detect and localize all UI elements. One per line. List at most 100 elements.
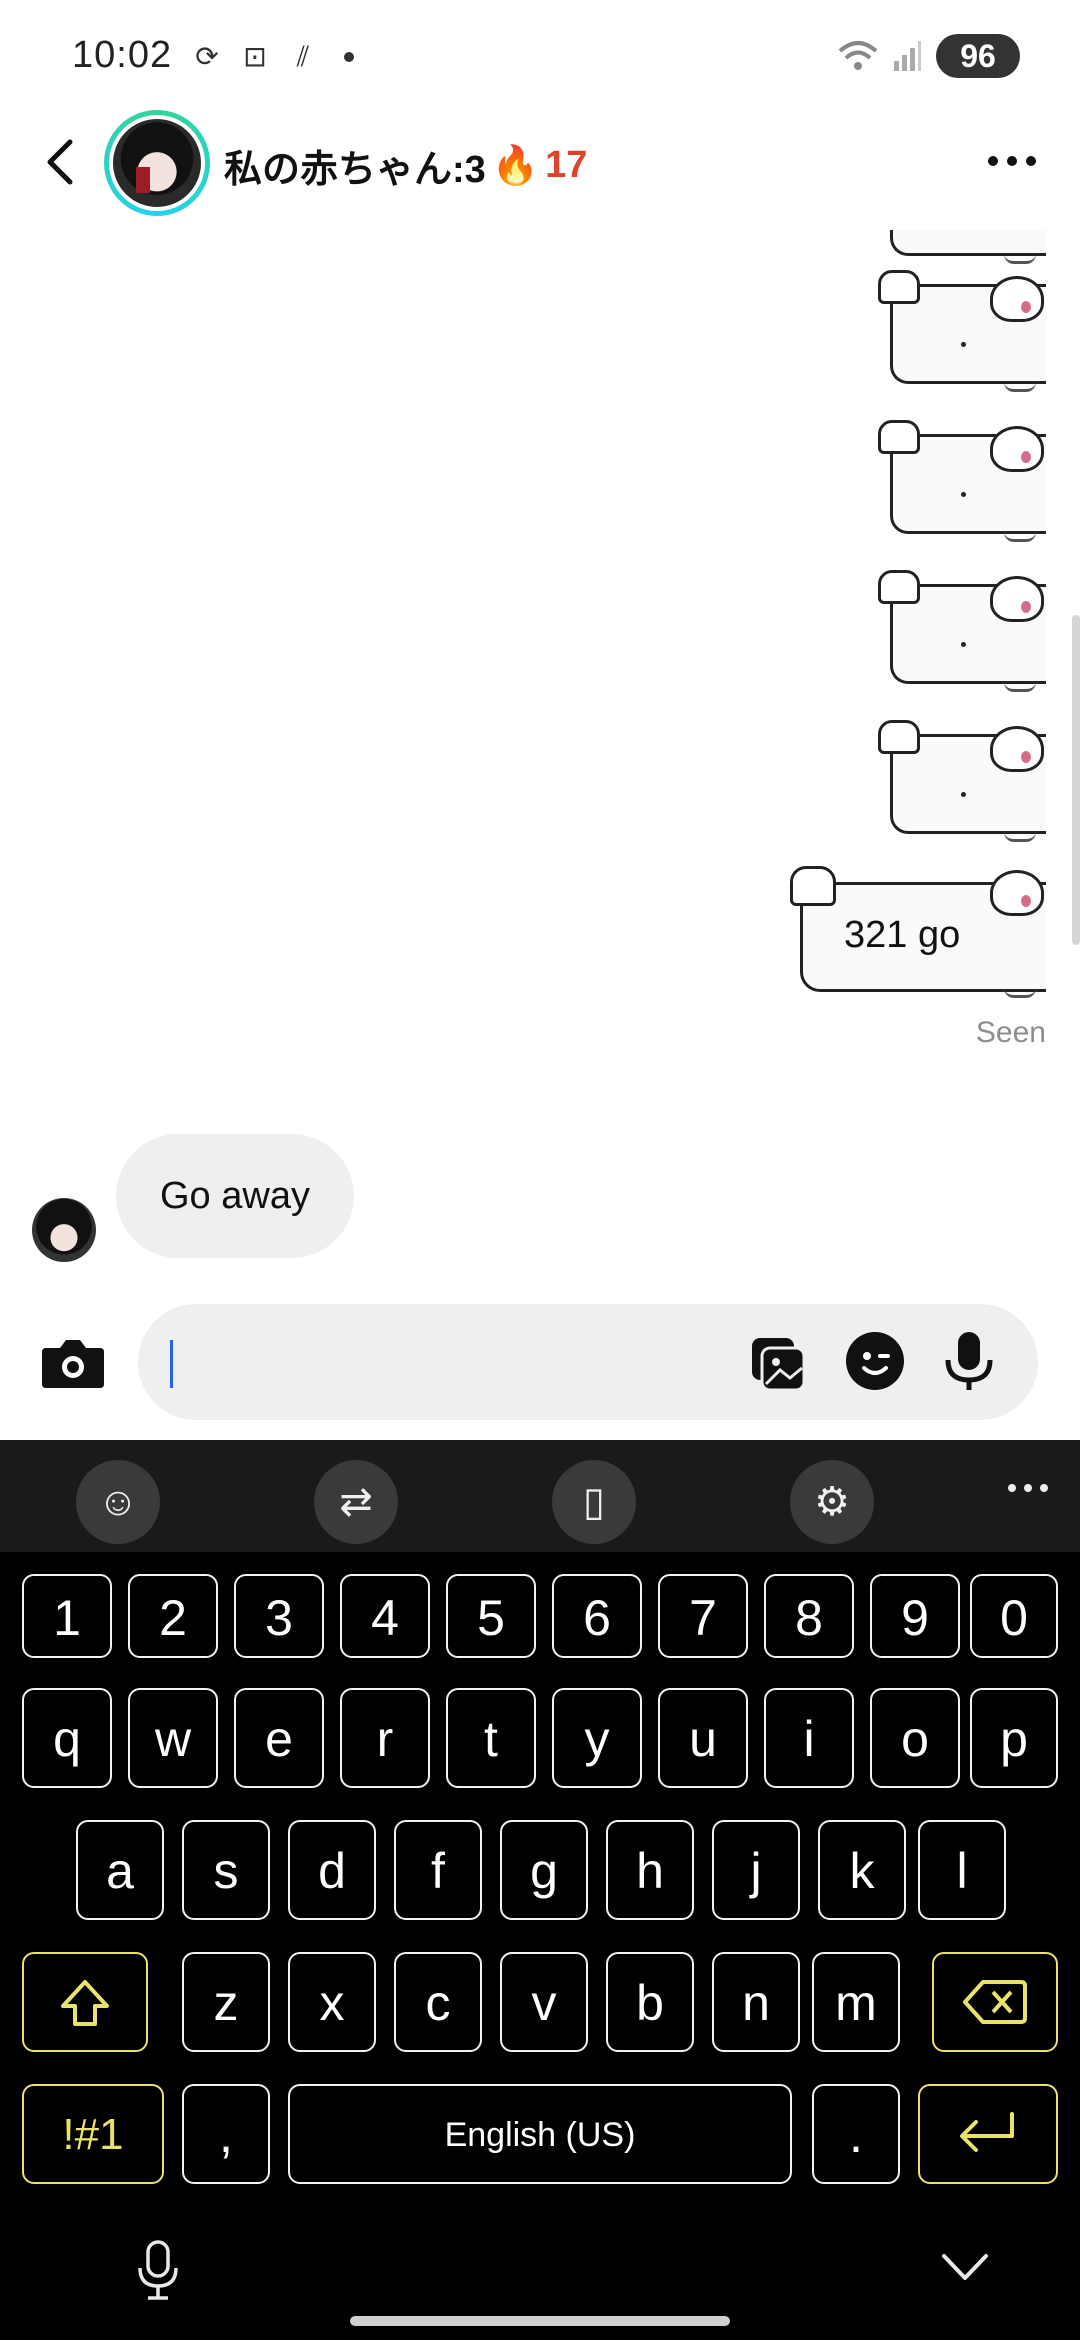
comma-key[interactable]: ,	[182, 2084, 270, 2184]
key-k[interactable]: k	[818, 1820, 906, 1920]
battery-indicator: 96	[936, 34, 1020, 78]
keyboard-toolbar: ☺ ⇄ ▯ ⚙	[0, 1440, 1080, 1552]
sent-sticker[interactable]	[876, 230, 1046, 268]
key-f[interactable]: f	[394, 1820, 482, 1920]
voice-input-icon[interactable]	[136, 2240, 180, 2300]
key-r[interactable]: r	[340, 1688, 430, 1788]
key-6[interactable]: 6	[552, 1574, 642, 1658]
clipboard-icon[interactable]: ▯	[552, 1460, 636, 1544]
key-d[interactable]: d	[288, 1820, 376, 1920]
key-z[interactable]: z	[182, 1952, 270, 2052]
sticker-text: 321 go	[844, 914, 961, 956]
key-0[interactable]: 0	[970, 1574, 1058, 1658]
status-system-icons: 96	[838, 34, 1020, 78]
key-o[interactable]: o	[870, 1688, 960, 1788]
key-9[interactable]: 9	[870, 1574, 960, 1658]
sent-sticker[interactable]	[876, 268, 1046, 396]
shift-arrow-icon	[61, 1980, 109, 2026]
wifi-icon	[838, 41, 878, 70]
streak-count: 17	[545, 144, 588, 186]
cat-sticker-icon	[990, 726, 1044, 772]
sent-sticker-with-text[interactable]: 321 go	[790, 862, 1046, 1002]
key-c[interactable]: c	[394, 1952, 482, 2052]
key-8[interactable]: 8	[764, 1574, 854, 1658]
signal-icon	[894, 41, 921, 71]
key-h[interactable]: h	[606, 1820, 694, 1920]
camera-icon[interactable]	[40, 1334, 106, 1390]
message-input[interactable]	[178, 1304, 738, 1420]
key-w[interactable]: w	[128, 1688, 218, 1788]
key-g[interactable]: g	[500, 1820, 588, 1920]
message-input-container[interactable]	[138, 1304, 1038, 1420]
more-notifications-icon	[344, 52, 354, 62]
backspace-icon	[963, 1980, 1027, 2024]
key-7[interactable]: 7	[658, 1574, 748, 1658]
key-v[interactable]: v	[500, 1952, 588, 2052]
microphone-icon[interactable]	[940, 1330, 998, 1392]
cat-sticker-icon	[990, 576, 1044, 622]
symbols-key[interactable]: !#1	[22, 2084, 164, 2184]
back-arrow-icon[interactable]	[40, 136, 80, 188]
key-u[interactable]: u	[658, 1688, 748, 1788]
key-2[interactable]: 2	[128, 1574, 218, 1658]
enter-key[interactable]	[918, 2084, 1058, 2184]
scrollbar[interactable]	[1072, 615, 1080, 945]
translate-icon[interactable]: ⇄	[314, 1460, 398, 1544]
contact-avatar[interactable]	[104, 110, 210, 216]
backspace-key[interactable]	[932, 1952, 1058, 2052]
key-s[interactable]: s	[182, 1820, 270, 1920]
enter-arrow-icon	[960, 2112, 1014, 2152]
message-composer	[0, 1290, 1080, 1438]
status-time: 10:02	[72, 34, 173, 76]
message-thread[interactable]: 321 go Seen Go away	[0, 230, 1080, 1290]
contact-name-text: 私の赤ちゃん:3	[224, 149, 486, 191]
sent-sticker[interactable]	[876, 418, 1046, 546]
status-notification-icons: ⟳ ⊡ ⫽	[190, 40, 354, 74]
key-q[interactable]: q	[22, 1688, 112, 1788]
key-3[interactable]: 3	[234, 1574, 324, 1658]
avatar-image	[113, 119, 201, 207]
fire-icon: 🔥	[491, 144, 540, 187]
shift-key[interactable]	[22, 1952, 148, 2052]
incoming-message[interactable]: Go away	[116, 1134, 354, 1258]
key-j[interactable]: j	[712, 1820, 800, 1920]
sticker-icon[interactable]	[846, 1332, 904, 1390]
status-bar: 10:02 ⟳ ⊡ ⫽ 96	[0, 0, 1080, 110]
key-1[interactable]: 1	[22, 1574, 112, 1658]
cat-sticker-icon	[990, 276, 1044, 322]
gallery-icon[interactable]	[750, 1334, 808, 1392]
contact-name[interactable]: 私の赤ちゃん:3 🔥 17	[224, 138, 587, 193]
cat-sticker-icon	[990, 870, 1044, 916]
settings-gear-icon[interactable]: ⚙	[790, 1460, 874, 1544]
key-a[interactable]: a	[76, 1820, 164, 1920]
chat-header: 私の赤ちゃん:3 🔥 17	[0, 100, 1080, 230]
key-t[interactable]: t	[446, 1688, 536, 1788]
key-m[interactable]: m	[812, 1952, 900, 2052]
pen-icon: ⫽	[296, 41, 310, 72]
sync-icon: ⟳	[195, 41, 219, 72]
key-l[interactable]: l	[918, 1820, 1006, 1920]
hide-keyboard-chevron-icon[interactable]	[940, 2252, 990, 2282]
emoji-icon[interactable]: ☺	[76, 1460, 160, 1544]
key-p[interactable]: p	[970, 1688, 1058, 1788]
key-i[interactable]: i	[764, 1688, 854, 1788]
space-key[interactable]: English (US)	[288, 2084, 792, 2184]
key-b[interactable]: b	[606, 1952, 694, 2052]
cat-sticker-icon	[990, 426, 1044, 472]
key-n[interactable]: n	[712, 1952, 800, 2052]
sender-avatar[interactable]	[32, 1198, 96, 1262]
more-options-icon[interactable]	[988, 156, 1036, 166]
screen-record-icon: ⊡	[243, 41, 267, 72]
key-5[interactable]: 5	[446, 1574, 536, 1658]
text-caret	[170, 1340, 173, 1388]
sent-sticker[interactable]	[876, 568, 1046, 696]
seen-receipt: Seen	[975, 1016, 1046, 1049]
key-y[interactable]: y	[552, 1688, 642, 1788]
key-x[interactable]: x	[288, 1952, 376, 2052]
toolbar-more-icon[interactable]	[1008, 1484, 1048, 1492]
home-indicator[interactable]	[350, 2316, 730, 2326]
key-4[interactable]: 4	[340, 1574, 430, 1658]
period-key[interactable]: .	[812, 2084, 900, 2184]
key-e[interactable]: e	[234, 1688, 324, 1788]
sent-sticker[interactable]	[876, 718, 1046, 846]
